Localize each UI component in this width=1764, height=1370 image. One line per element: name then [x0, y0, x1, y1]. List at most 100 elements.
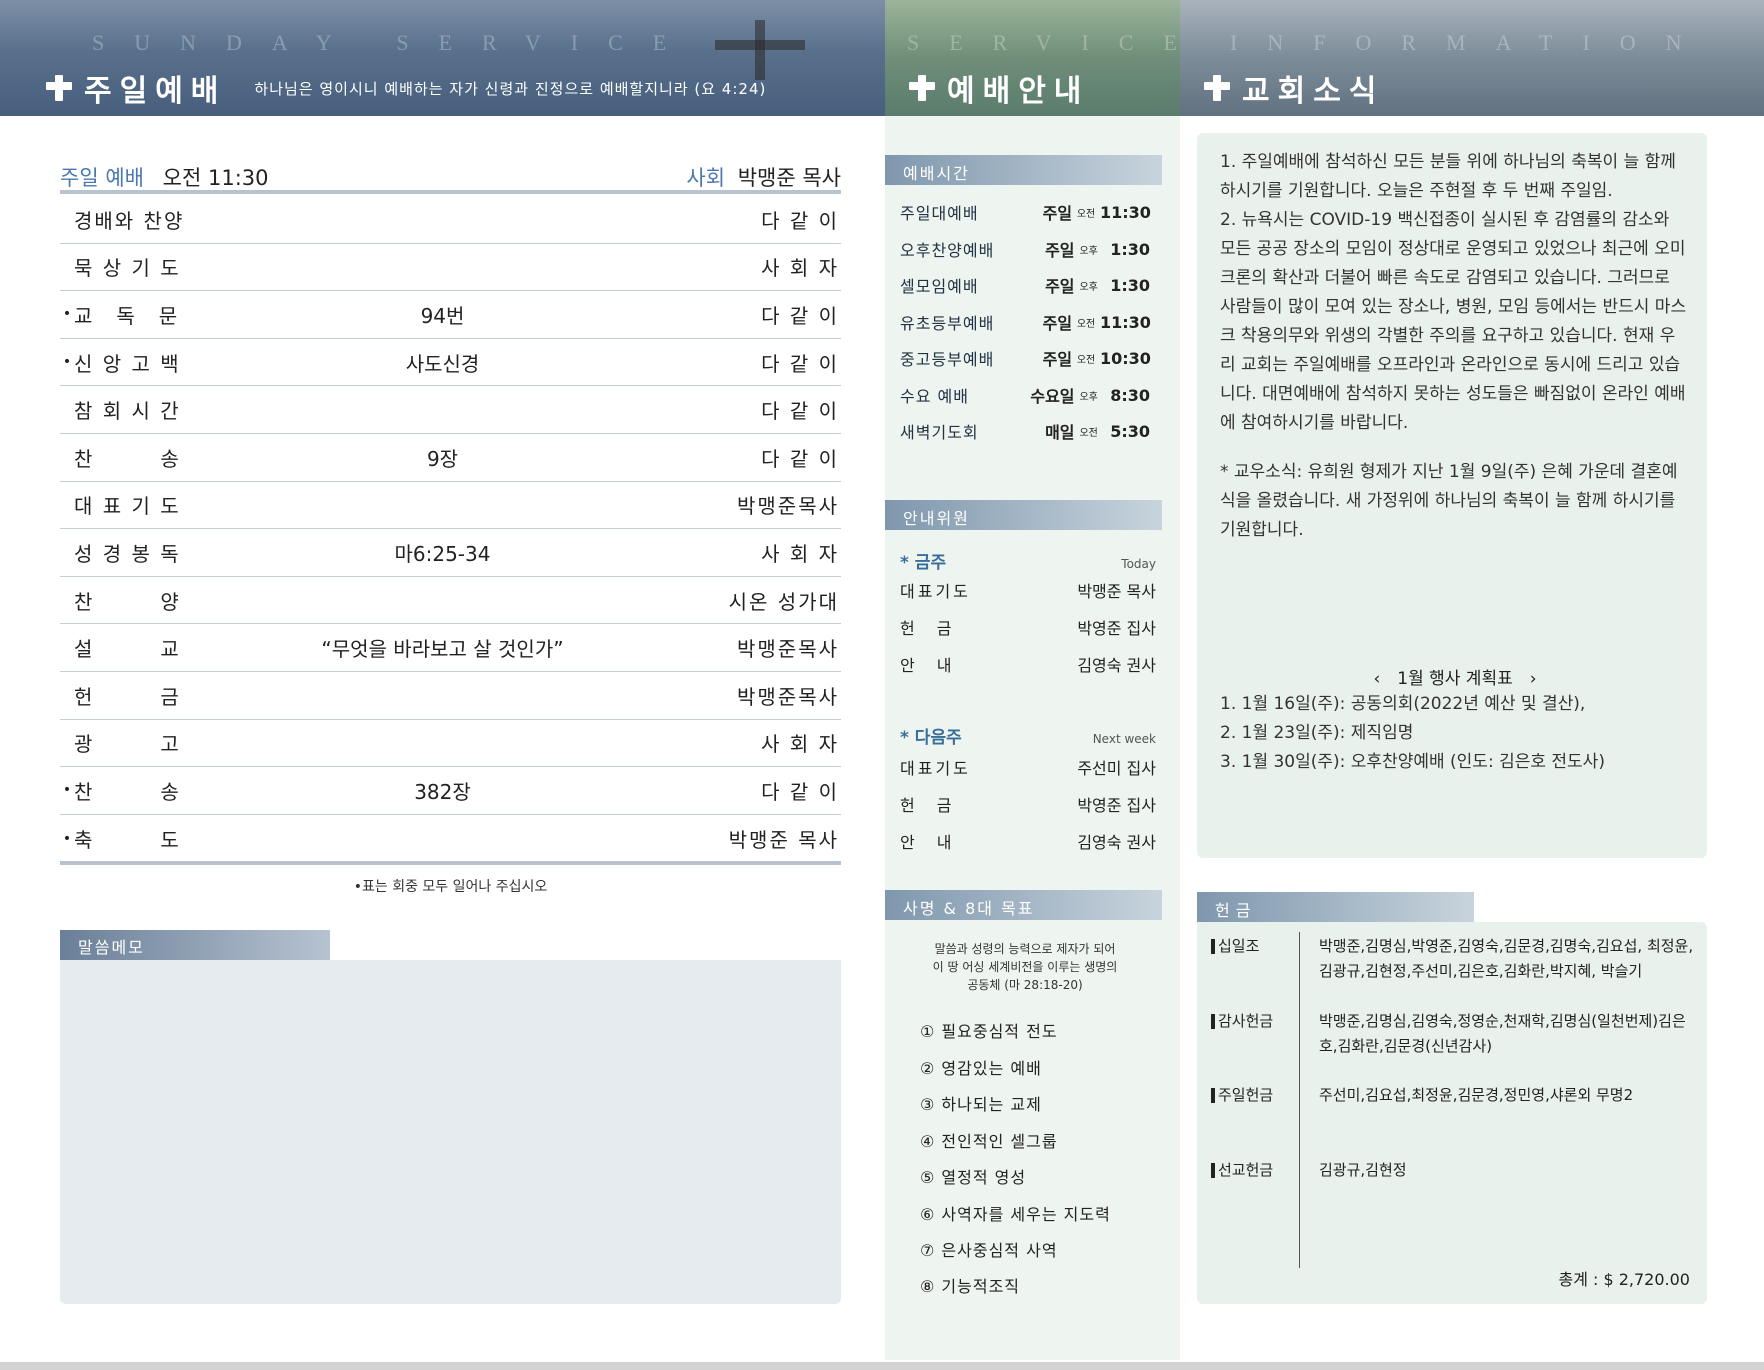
order-leader: 다 같 이	[761, 303, 839, 328]
service-day: 매일	[1045, 423, 1075, 442]
service-day: 주일	[1045, 241, 1075, 260]
bullet-mark-icon	[1211, 1088, 1215, 1103]
category-label: 십일조	[1218, 937, 1260, 955]
order-item: 참 회 시 간	[74, 399, 181, 424]
usher-row: 대표기도 주선미 집사	[900, 752, 1156, 782]
usher-role: 안 내	[900, 833, 955, 852]
service-ampm: 오후	[1079, 391, 1098, 403]
stand-mark: •	[62, 782, 72, 799]
memo-box	[60, 960, 841, 1304]
order-row: 묵 상 기 도사 회 자	[60, 244, 841, 292]
usher-role: 헌 금	[900, 619, 955, 638]
service-time: 5:30	[1110, 421, 1150, 441]
worship-times-label: 예배시간	[885, 155, 1162, 185]
offering-category: 선교헌금	[1211, 1158, 1309, 1183]
usher-name: 김영숙 권사	[1077, 656, 1156, 675]
usher-row: 헌 금 박영준 집사	[900, 612, 1156, 642]
next-week-heading: * 다음주 Next week	[900, 723, 1156, 748]
order-time: 주일 예배 오전 11:30	[60, 162, 269, 192]
service-time: 10:30	[1100, 348, 1151, 368]
usher-name: 박영준 집사	[1077, 619, 1156, 638]
order-leader: 사 회 자	[761, 541, 839, 566]
usher-role: 대표기도	[900, 759, 971, 778]
order-leader: 다 같 이	[761, 351, 839, 376]
order-row: 경배와 찬양 다 같 이	[60, 196, 841, 244]
service-time: 11:30	[1100, 312, 1151, 332]
usher-row: 안 내 김영숙 권사	[900, 826, 1156, 856]
mission-statement: 말씀과 성령의 능력으로 제자가 되어 이 땅 어싱 세계비전을 이루는 생명의…	[900, 940, 1150, 994]
offering-names: 박맹준,김명심,김영숙,정영순,천재학,김명심(일천번제)김은호,김화란,김문경…	[1319, 1012, 1686, 1055]
order-leader: 다 같 이	[761, 208, 839, 233]
event-plan-list: 1. 1월 16일(주): 공동의회(2022년 예산 및 결산), 2. 1월…	[1220, 690, 1690, 777]
usher-role: 대표기도	[900, 582, 971, 601]
usher-name: 김영숙 권사	[1077, 833, 1156, 852]
order-row: 설 교 “무엇을 바라보고 살 것인가” 박맹준목사	[60, 624, 841, 672]
offering-row: 주일헌금 주선미,김요섭,최정윤,김문경,정민영,샤론외 무명2	[1211, 1083, 1701, 1108]
bullet-mark-icon	[1211, 939, 1215, 954]
category-label: 선교헌금	[1218, 1161, 1274, 1179]
service-info-banner: SERVICE 예배안내	[885, 0, 1180, 116]
event-plan-title: ‹ 1월 행사 계획표 ›	[1373, 669, 1537, 689]
banner-title: 주일예배	[84, 74, 227, 109]
offering-row: 선교헌금 김광규,김현정	[1211, 1158, 1701, 1183]
order-row: 대 표 기 도 박맹준목사	[60, 482, 841, 530]
service-ampm: 오후	[1079, 245, 1098, 257]
order-detail: 382장	[414, 779, 471, 804]
usher-name: 박영준 집사	[1077, 796, 1156, 815]
service-ampm: 오후	[1079, 281, 1098, 293]
this-week-heading: * 금주 Today	[900, 548, 1156, 573]
cross-icon	[46, 75, 72, 101]
order-row: • 교 독 문 94번 다 같 이	[60, 291, 841, 339]
host-name: 박맹준 목사	[737, 166, 841, 190]
banner-verse: 하나님은 영이시니 예배하는 자가 신령과 진정으로 예배할지니라 (요 4:2…	[254, 79, 767, 98]
order-leader: 다 같 이	[761, 779, 839, 804]
order-row: 참 회 시 간다 같 이	[60, 386, 841, 434]
bullet-mark-icon	[1211, 1163, 1215, 1178]
news-item: 2. 뉴욕시는 COVID-19 백신접종이 실시된 후 감염률의 감소와 모든…	[1220, 210, 1687, 433]
worship-time-row: 유초등부예배 주일 오전 11:30	[900, 307, 1151, 337]
goal-item: ⑧ 기능적조직	[920, 1277, 1021, 1296]
order-row: 헌 금 박맹준목사	[60, 672, 841, 720]
order-row: 성 경 봉 독 마6:25-34 사 회 자	[60, 529, 841, 577]
order-item: 광 고	[74, 732, 181, 757]
order-host: 사회 박맹준 목사	[686, 162, 841, 192]
usher-name: 주선미 집사	[1077, 759, 1156, 778]
cross-bar-decoration	[715, 40, 805, 50]
order-leader: 시온 성가대	[728, 589, 839, 614]
offering-names: 김광규,김현정	[1319, 1161, 1407, 1179]
offering-total: 총계 : $ 2,720.00	[1558, 1270, 1690, 1289]
this-week-en: Today	[1121, 557, 1156, 571]
service-day: 수요일	[1030, 387, 1075, 406]
order-item: 교 독 문	[74, 303, 180, 328]
banner-title-row: 예배안내	[909, 66, 1089, 110]
order-time-value: 오전 11:30	[162, 166, 269, 190]
usher-role: 안 내	[900, 656, 955, 675]
order-label: 주일 예배	[60, 166, 144, 190]
worship-time-row: 주일대예배 주일 오전 11:30	[900, 197, 1151, 227]
order-leader: 다 같 이	[761, 446, 839, 471]
usher-row: 안 내 김영숙 권사	[900, 649, 1156, 679]
order-leader: 다 같 이	[761, 399, 839, 424]
worship-time-row: 중고등부예배 주일 오전 10:30	[900, 343, 1151, 373]
news-text: 1. 주일예배에 참석하신 모든 분들 위에 하나님의 축복이 늘 함께 하시기…	[1220, 148, 1690, 545]
order-row: • 찬 송 382장 다 같 이	[60, 767, 841, 815]
order-leader: 박맹준목사	[737, 684, 839, 709]
order-leader: 박맹준목사	[737, 494, 839, 519]
service-name: 중고등부예배	[900, 350, 995, 369]
service-time: 8:30	[1110, 385, 1150, 405]
category-label: 감사헌금	[1218, 1012, 1274, 1030]
mission-label: 사명 & 8대 목표	[885, 890, 1162, 920]
stand-mark: •	[62, 354, 72, 371]
bullet-mark-icon	[1211, 1014, 1215, 1029]
order-item: 찬 송	[74, 446, 181, 471]
order-leader: 사 회 자	[761, 732, 839, 757]
usher-name: 박맹준 목사	[1077, 582, 1156, 601]
order-item: 찬 송	[74, 779, 181, 804]
offering-label: 헌금	[1197, 892, 1474, 922]
service-time: 11:30	[1100, 202, 1151, 222]
church-news-banner: INFORMATION 교회소식	[1180, 0, 1764, 116]
sermon-title: “무엇을 바라보고 살 것인가”	[321, 637, 564, 662]
host-label: 사회	[686, 166, 726, 190]
order-detail: 마6:25-34	[394, 541, 491, 566]
order-item: 대 표 기 도	[74, 494, 181, 519]
